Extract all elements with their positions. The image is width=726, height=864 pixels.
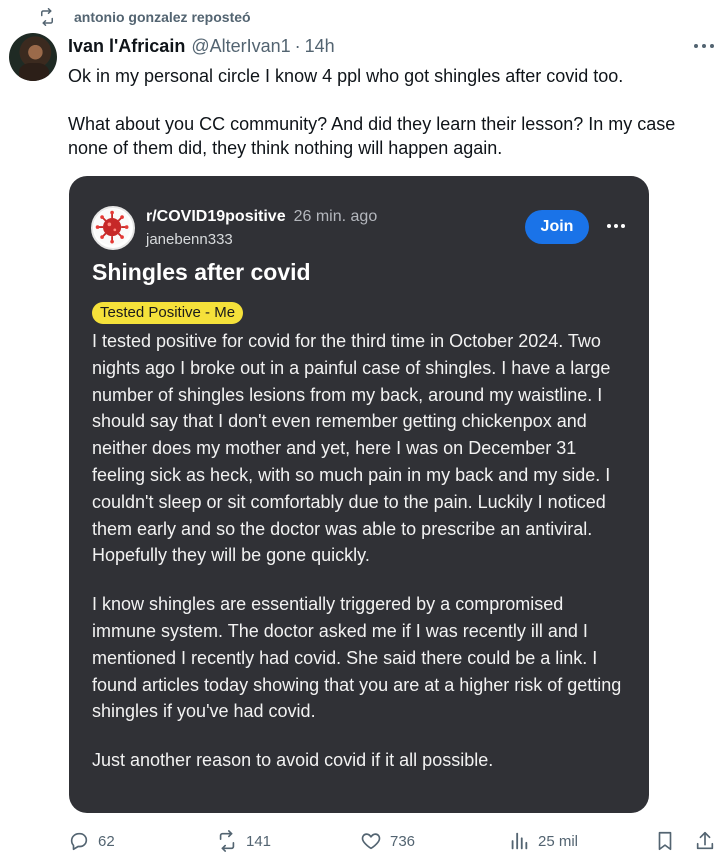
author-name[interactable]: Ivan l'Africain xyxy=(68,36,185,57)
tweet-text: Ok in my personal circle I know 4 ppl wh… xyxy=(68,64,708,184)
tweet-paragraph: What about you CC community? And did the… xyxy=(68,114,676,158)
card-more-icon[interactable] xyxy=(607,224,625,230)
reply-count: 62 xyxy=(98,832,115,850)
like-button[interactable]: 736 xyxy=(360,830,415,852)
post-body: I tested positive for covid for the thir… xyxy=(92,328,632,796)
repost-icon xyxy=(219,830,235,852)
like-count: 736 xyxy=(390,832,416,850)
reply-button[interactable]: 62 xyxy=(68,830,115,852)
repost-label[interactable]: antonio gonzalez reposteó xyxy=(74,9,251,25)
bookmark-icon xyxy=(658,831,672,851)
views-icon xyxy=(511,832,528,850)
tweet-paragraph: Ok in my personal circle I know 4 ppl wh… xyxy=(68,66,624,86)
share-button[interactable] xyxy=(694,830,716,852)
action-bar: 62 141 736 25 mil xyxy=(0,830,726,858)
views-button[interactable]: 25 mil xyxy=(508,830,578,852)
tweet-header: Ivan l'Africain @AlterIvan1 · 14h xyxy=(68,36,335,57)
heart-icon xyxy=(361,833,381,850)
subreddit-name[interactable]: r/COVID19positive xyxy=(146,208,286,225)
repost-count: 141 xyxy=(246,832,272,850)
post-username[interactable]: janebenn333 xyxy=(146,231,233,248)
post-title[interactable]: Shingles after covid xyxy=(92,259,311,286)
reply-icon xyxy=(70,832,88,851)
embedded-reddit-post[interactable]: r/COVID19positive 26 min. ago janebenn333… xyxy=(69,176,649,813)
author-avatar[interactable] xyxy=(9,33,57,81)
post-time: 26 min. ago xyxy=(293,208,378,225)
join-button[interactable]: Join xyxy=(525,210,589,244)
subreddit-line: r/COVID19positive 26 min. ago xyxy=(146,208,377,226)
bookmark-button[interactable] xyxy=(654,830,676,852)
tweet-time[interactable]: 14h xyxy=(305,36,335,57)
share-icon xyxy=(696,831,714,850)
post-paragraph: I know shingles are essentially triggere… xyxy=(92,594,622,722)
post-flair: Tested Positive - Me xyxy=(92,302,244,324)
repost-icon xyxy=(41,8,53,26)
separator-dot: · xyxy=(294,36,301,56)
post-paragraph: Just another reason to avoid covid if it… xyxy=(92,750,494,771)
post-paragraph: I tested positive for covid for the thir… xyxy=(92,331,611,566)
author-handle[interactable]: @AlterIvan1 xyxy=(191,36,290,57)
repost-indicator[interactable]: antonio gonzalez reposteó xyxy=(38,8,251,26)
subreddit-icon[interactable] xyxy=(91,206,135,250)
more-options-icon[interactable] xyxy=(694,38,714,54)
views-count: 25 mil xyxy=(538,832,579,850)
repost-button[interactable]: 141 xyxy=(216,830,271,852)
